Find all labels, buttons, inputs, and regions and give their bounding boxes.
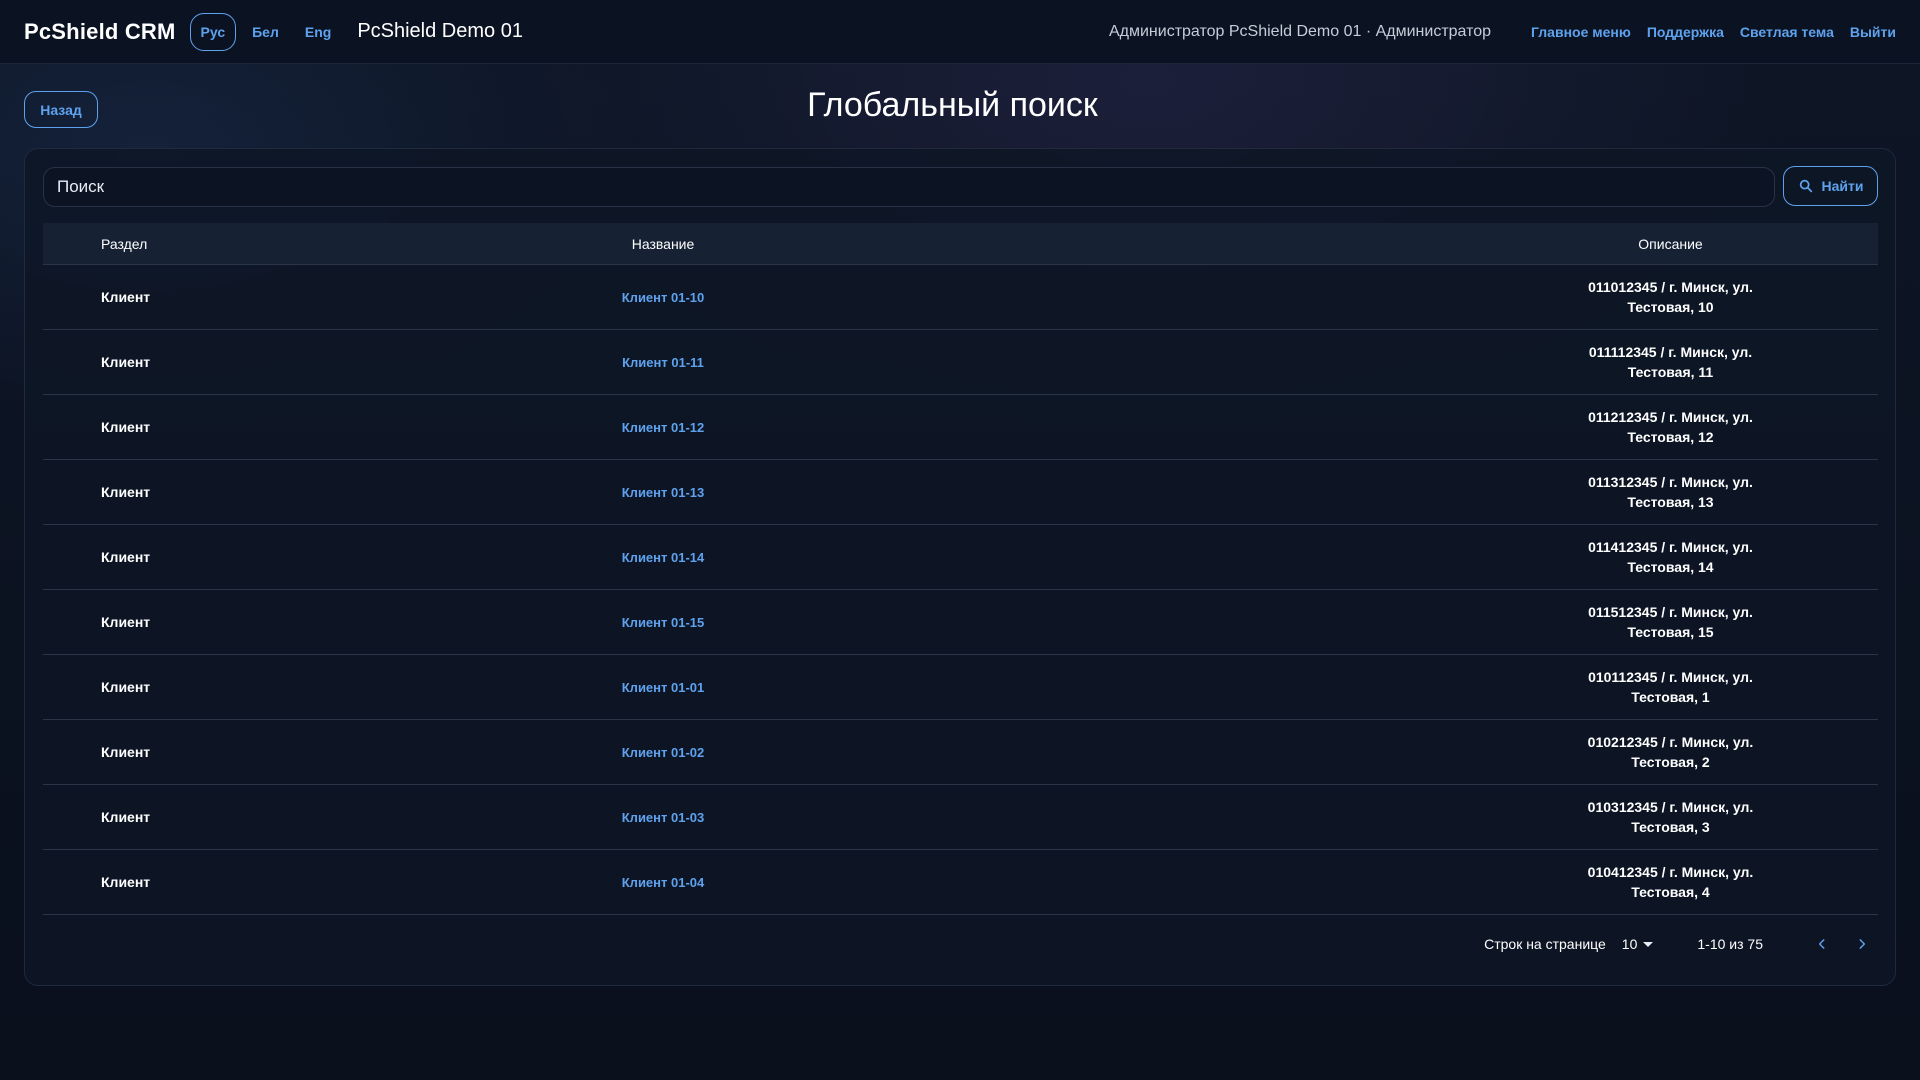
table-row[interactable]: Клиент Клиент 01-13 011312345 / г. Минск, …	[43, 460, 1878, 525]
description-line-2: Тестовая, 14	[1627, 559, 1714, 575]
nav-light-theme[interactable]: Светлая тема	[1740, 24, 1834, 40]
cell-description: 011112345 / г. Минск, ул. Тестовая, 11	[1581, 342, 1761, 382]
page-title: Глобальный поиск	[807, 86, 1098, 124]
cell-description: 010112345 / г. Минск, ул. Тестовая, 1	[1581, 667, 1761, 707]
description-line-1: 010312345 / г. Минск, ул.	[1587, 799, 1754, 815]
description-line-1: 011212345 / г. Минск, ул.	[1588, 409, 1753, 425]
description-line-1: 010412345 / г. Минск, ул.	[1587, 864, 1754, 880]
page-range: 1-10 из 75	[1697, 936, 1763, 952]
description-line-2: Тестовая, 15	[1627, 624, 1714, 640]
cell-name-link[interactable]: Клиент 01-12	[622, 420, 705, 435]
description-line-2: Тестовая, 12	[1627, 429, 1714, 445]
table-row[interactable]: Клиент Клиент 01-14 011412345 / г. Минск, …	[43, 525, 1878, 590]
cell-name-link[interactable]: Клиент 01-15	[622, 615, 705, 630]
table-row[interactable]: Клиент Клиент 01-10 011012345 / г. Минск, …	[43, 265, 1878, 330]
cell-description: 011512345 / г. Минск, ул. Тестовая, 15	[1581, 602, 1761, 642]
description-line-2: Тестовая, 1	[1631, 689, 1710, 705]
search-card: Найти Раздел Название Описание КлиентКли…	[24, 148, 1896, 986]
cell-name-link[interactable]: Клиент 01-10	[622, 290, 705, 305]
table-row[interactable]: Клиент Клиент 01-15 011512345 / г. Минск, …	[43, 590, 1878, 655]
find-button-label: Найти	[1821, 178, 1864, 194]
pagination: Строк на странице 10 1-10 из 75	[1484, 929, 1877, 959]
find-button[interactable]: Найти	[1783, 166, 1878, 206]
description-line-2: Тестовая, 2	[1631, 754, 1710, 770]
search-input[interactable]	[57, 177, 1774, 197]
rows-per-page-value: 10	[1621, 936, 1638, 952]
cell-name-link[interactable]: Клиент 01-11	[622, 355, 704, 370]
lang-ru[interactable]: Рус	[189, 12, 237, 51]
table-row[interactable]: Клиент Клиент 01-02 010212345 / г. Минск, …	[43, 720, 1878, 785]
cell-name-link[interactable]: Клиент 01-01	[622, 680, 705, 695]
nav-logout[interactable]: Выйти	[1850, 24, 1896, 40]
chevron-left-icon	[1818, 939, 1825, 949]
next-page-button[interactable]	[1847, 929, 1877, 959]
lang-be[interactable]: Бел	[242, 13, 289, 51]
rows-per-page-select[interactable]: 10	[1622, 936, 1654, 952]
lang-en[interactable]: Eng	[295, 13, 341, 51]
table-row[interactable]: Клиент Клиент 01-04 010412345 / г. Минск, …	[43, 850, 1878, 915]
cell-description: 011212345 / г. Минск, ул. Тестовая, 12	[1581, 407, 1761, 447]
description-line-1: 011312345 / г. Минск, ул.	[1588, 474, 1753, 490]
description-line-1: 011012345 / г. Минск, ул.	[1588, 279, 1753, 295]
description-line-2: Тестовая, 11	[1627, 364, 1714, 380]
table-row[interactable]: Клиент Клиент 01-11 011112345 / г. Минск, …	[43, 330, 1878, 395]
table-body: Клиент Клиент 01-10 011012345 / г. Минск, …	[43, 265, 1878, 915]
description-line-1: 011412345 / г. Минск, ул.	[1588, 539, 1753, 555]
nav-main-menu[interactable]: Главное меню	[1531, 24, 1631, 40]
cell-description: 010212345 / г. Минск, ул. Тестовая, 2	[1581, 732, 1761, 772]
search-icon	[1799, 179, 1812, 193]
description-line-1: 011112345 / г. Минск, ул.	[1588, 344, 1753, 360]
cell-description: 011412345 / г. Минск, ул. Тестовая, 14	[1581, 537, 1761, 577]
cell-name-link[interactable]: Клиент 01-04	[622, 875, 705, 890]
nav-support[interactable]: Поддержка	[1647, 24, 1724, 40]
table-row[interactable]: Клиент Клиент 01-03 010312345 / г. Минск, …	[43, 785, 1878, 850]
cell-name-link[interactable]: Клиент 01-13	[622, 485, 705, 500]
caret-down-icon	[1643, 941, 1654, 947]
description-line-1: 010212345 / г. Минск, ул.	[1587, 734, 1754, 750]
description-line-2: Тестовая, 13	[1627, 494, 1714, 510]
cell-description: 011312345 / г. Минск, ул. Тестовая, 13	[1581, 472, 1761, 512]
current-user: Администратор PcShield Demo 01 · Админис…	[1108, 22, 1492, 40]
rows-per-page-label: Строк на странице	[1484, 936, 1606, 952]
table-row[interactable]: Клиент Клиент 01-01 010112345 / г. Минск, …	[43, 655, 1878, 720]
cell-name-link[interactable]: Клиент 01-02	[622, 745, 705, 760]
description-line-1: 010112345 / г. Минск, ул.	[1588, 669, 1753, 685]
column-header-description[interactable]: Описание	[1163, 236, 1878, 252]
chevron-right-icon	[1859, 939, 1866, 949]
top-bar: PcShield CRM Рус Бел Eng PcShield Demo 0…	[0, 0, 1920, 64]
search-field[interactable]	[43, 167, 1775, 207]
cell-description: 010412345 / г. Минск, ул. Тестовая, 4	[1581, 862, 1761, 902]
results-table: Раздел Название Описание Клиент Клиент 01…	[43, 223, 1878, 915]
tenant-name: PcShield Demo 01	[357, 20, 523, 42]
column-header-name[interactable]: Название	[163, 236, 1163, 252]
table-header: Раздел Название Описание	[43, 223, 1878, 265]
description-line-2: Тестовая, 3	[1631, 819, 1710, 835]
description-line-2: Тестовая, 4	[1631, 884, 1710, 900]
cell-description: 010312345 / г. Минск, ул. Тестовая, 3	[1581, 797, 1761, 837]
description-line-1: 011512345 / г. Минск, ул.	[1588, 604, 1753, 620]
brand-logo[interactable]: PcShield CRM	[24, 19, 176, 45]
description-line-2: Тестовая, 10	[1627, 299, 1714, 315]
cell-description: 011012345 / г. Минск, ул. Тестовая, 10	[1581, 277, 1761, 317]
table-row[interactable]: Клиент Клиент 01-12 011212345 / г. Минск, …	[43, 395, 1878, 460]
prev-page-button[interactable]	[1807, 929, 1837, 959]
cell-name-link[interactable]: Клиент 01-03	[622, 810, 705, 825]
cell-name-link[interactable]: Клиент 01-14	[622, 550, 705, 565]
